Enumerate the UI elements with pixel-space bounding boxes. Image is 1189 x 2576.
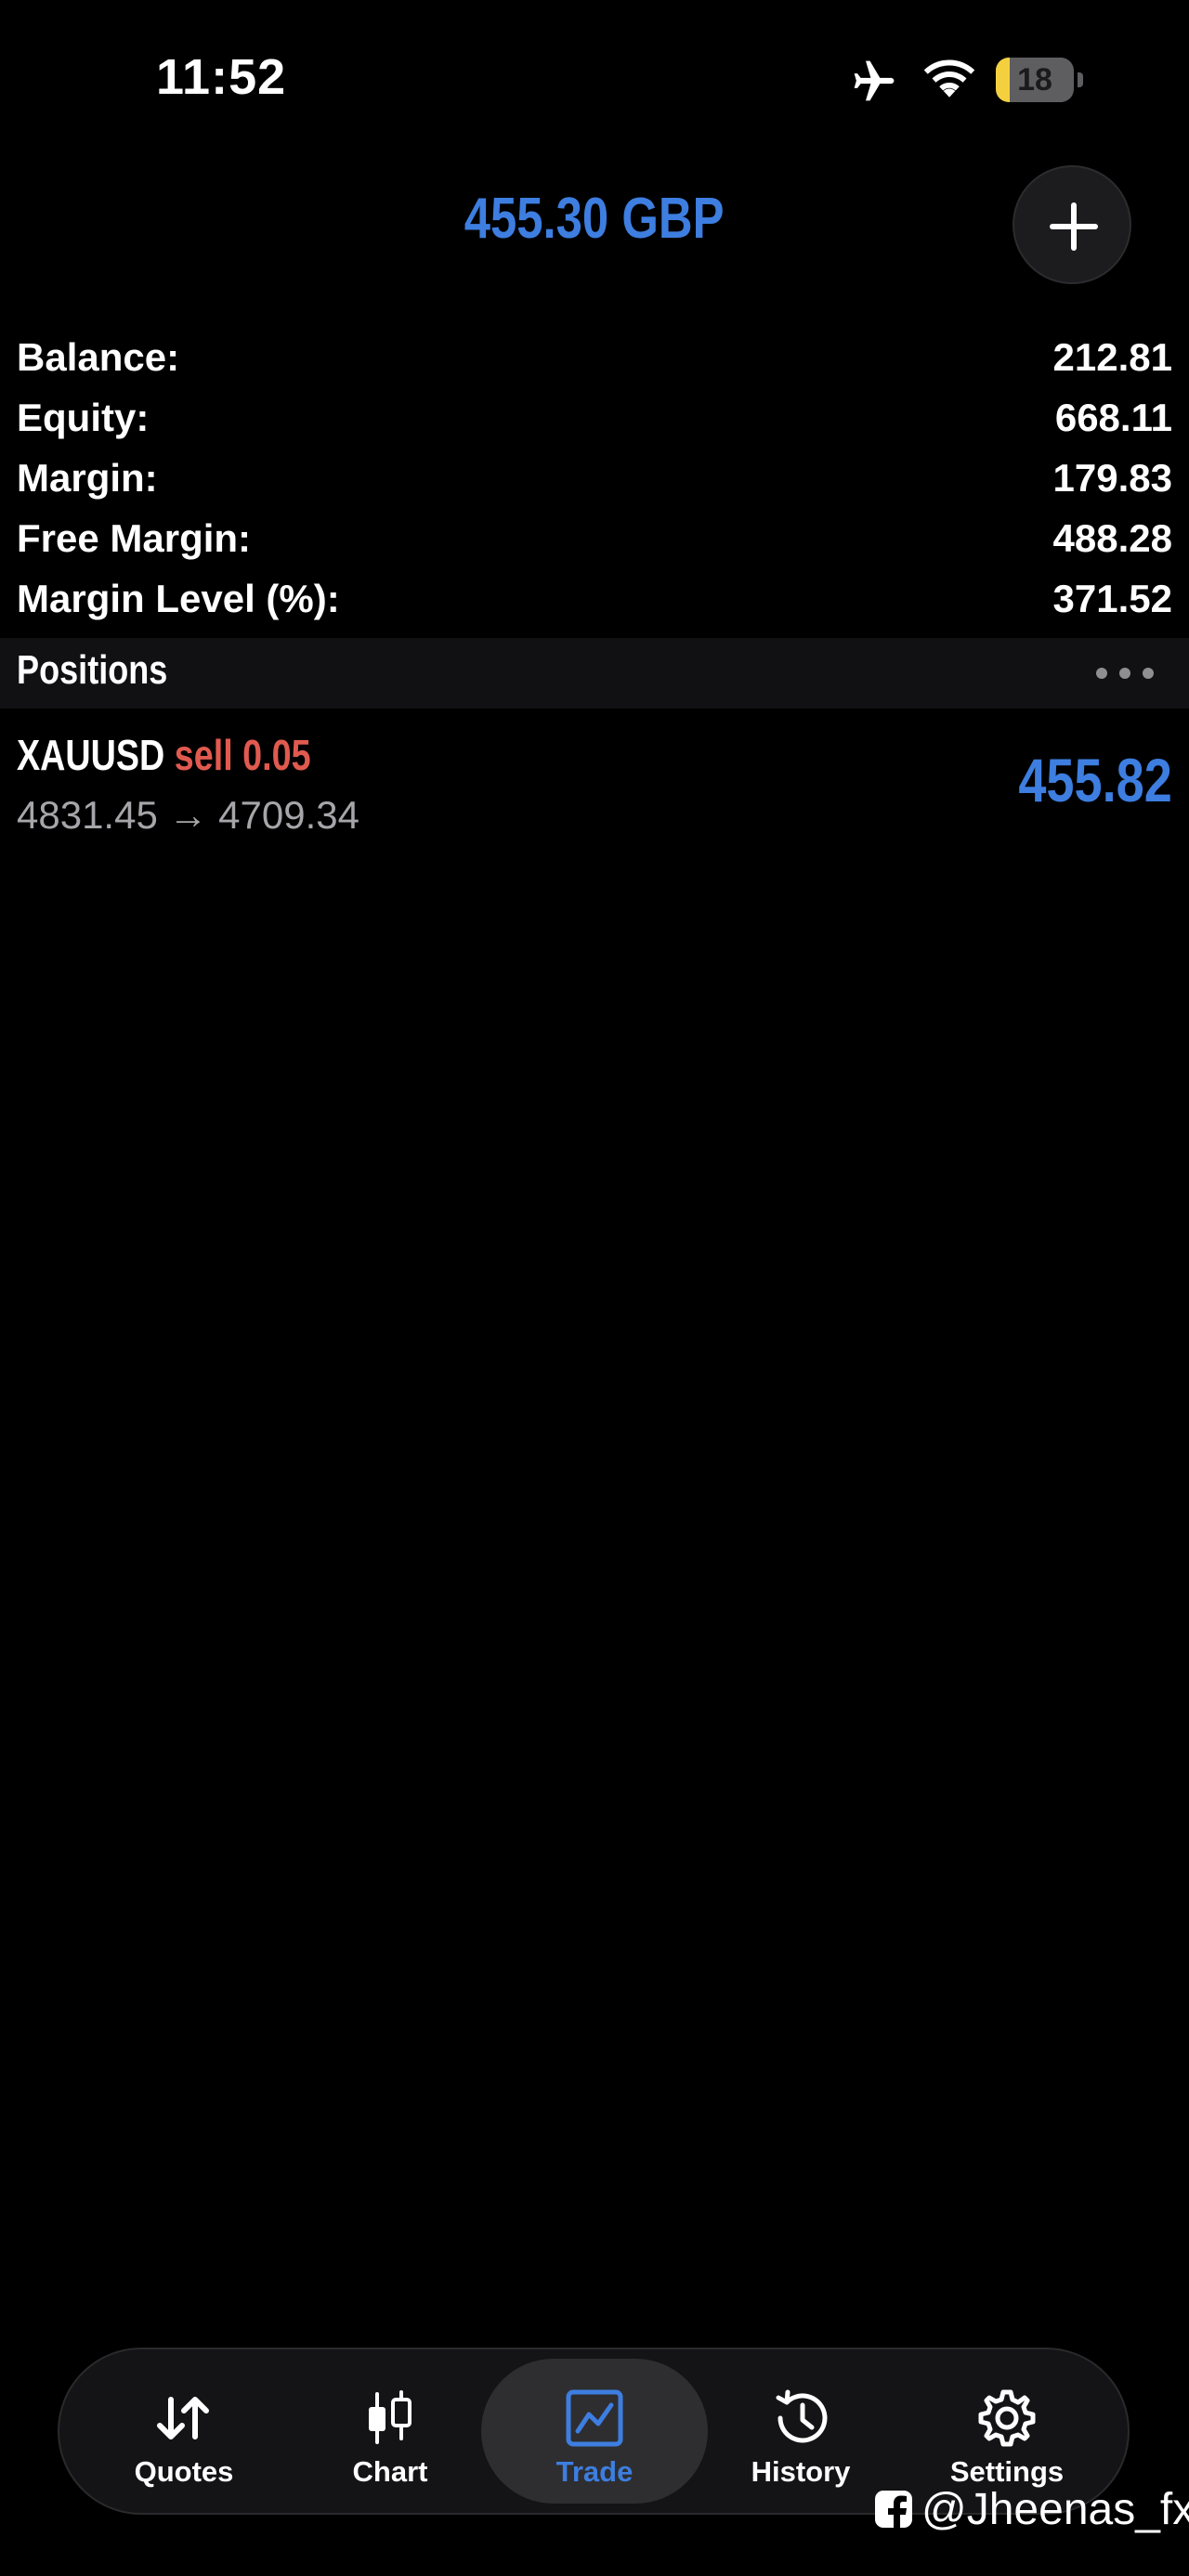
summary-value: 212.81 (1052, 334, 1172, 379)
summary-value: 371.52 (1052, 576, 1172, 620)
positions-header: Positions (0, 638, 1189, 709)
gear-icon (978, 2389, 1036, 2447)
summary-value: 668.11 (1054, 395, 1172, 439)
position-profit: 455.82 (1018, 746, 1172, 814)
trade-chart-icon (566, 2389, 623, 2447)
summary-label: Margin: (17, 455, 158, 500)
tab-label: Chart (352, 2455, 428, 2488)
summary-row-equity: Equity: 668.11 (17, 387, 1172, 448)
airplane-icon (854, 60, 895, 101)
battery-level: 18 (1017, 62, 1052, 98)
history-clock-icon (776, 2389, 828, 2443)
status-bar: 11:52 18 (0, 0, 1189, 158)
position-title: XAUUSD sell 0.05 (17, 730, 311, 780)
summary-label: Free Margin: (17, 515, 252, 560)
account-summary: Balance: 212.81 Equity: 668.11 Margin: 1… (17, 327, 1172, 629)
summary-value: 488.28 (1052, 515, 1172, 560)
tab-label: Quotes (134, 2455, 234, 2488)
position-row[interactable]: XAUUSD sell 0.05 4831.45 → 4709.34 455.8… (0, 724, 1189, 845)
summary-row-balance: Balance: 212.81 (17, 327, 1172, 387)
position-side-volume: sell 0.05 (174, 731, 311, 779)
battery-icon: 18 (996, 58, 1083, 102)
summary-row-free-margin: Free Margin: 488.28 (17, 508, 1172, 568)
tab-chart[interactable]: Chart (297, 2359, 483, 2504)
plus-icon (1050, 202, 1098, 251)
positions-title: Positions (17, 647, 168, 693)
tab-quotes[interactable]: Quotes (91, 2359, 277, 2504)
summary-row-margin: Margin: 179.83 (17, 448, 1172, 508)
wifi-icon (923, 59, 975, 98)
arrows-updown-icon (157, 2397, 209, 2439)
summary-label: Balance: (17, 334, 180, 379)
summary-label: Equity: (17, 395, 150, 439)
facebook-icon (875, 2491, 912, 2530)
watermark: @Jheenas_fx (873, 2481, 1189, 2537)
position-prices: 4831.45 → 4709.34 (17, 793, 359, 837)
summary-value: 179.83 (1052, 455, 1172, 500)
summary-label: Margin Level (%): (17, 576, 340, 620)
tab-label: History (751, 2455, 851, 2488)
summary-row-margin-level: Margin Level (%): 371.52 (17, 568, 1172, 629)
header-equity-value: 455.30 GBP (464, 187, 725, 251)
tab-trade[interactable]: Trade (481, 2359, 708, 2504)
add-order-button[interactable] (1013, 165, 1131, 284)
candlestick-icon (369, 2390, 412, 2444)
battery-body: 18 (996, 58, 1074, 102)
tab-history[interactable]: History (708, 2359, 894, 2504)
position-symbol: XAUUSD (17, 731, 165, 779)
header-equity: 455.30 GBP (353, 186, 836, 252)
watermark-handle: @Jheenas_fx (921, 2484, 1189, 2534)
status-time: 11:52 (156, 49, 287, 105)
battery-cap (1078, 72, 1083, 87)
more-dots-icon[interactable] (1094, 664, 1156, 683)
tab-label: Trade (555, 2455, 634, 2488)
